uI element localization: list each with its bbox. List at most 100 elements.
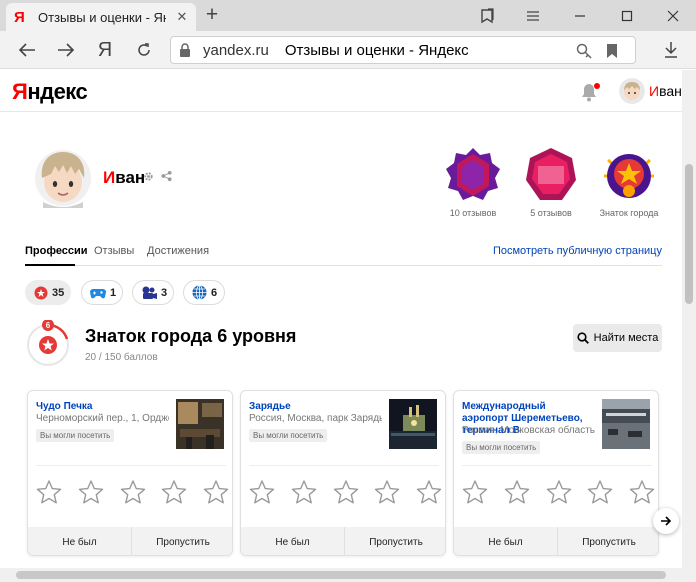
city-expert-icon — [34, 286, 48, 299]
place-photo — [389, 399, 437, 449]
badge-caption: 10 отзывов — [449, 208, 497, 218]
badge-10-icon — [446, 148, 500, 200]
active-tab-indicator — [25, 264, 75, 266]
gear-icon[interactable] — [143, 171, 154, 182]
badge-city-expert[interactable]: Знаток города — [599, 146, 659, 218]
badge-5-reviews[interactable]: 5 отзывов — [521, 146, 581, 218]
not-been-button[interactable]: Не был — [454, 527, 557, 555]
chip-games[interactable]: 1 — [81, 280, 123, 305]
url-domain: yandex.ru — [203, 41, 269, 59]
star-1-icon[interactable] — [248, 479, 276, 505]
place-photo — [602, 399, 650, 449]
skip-button[interactable]: Пропустить — [557, 527, 658, 555]
badge-caption: Знаток города — [599, 208, 659, 218]
tab-close-icon[interactable]: ✕ — [174, 9, 190, 25]
level-points: 20 / 150 баллов — [85, 352, 158, 363]
yandex-favicon-icon: Я — [14, 8, 25, 26]
star-1-icon[interactable] — [35, 479, 63, 505]
card-actions: Не был Пропустить — [28, 527, 232, 555]
place-card: Международный аэропорт Шереметьево, терм… — [453, 390, 659, 556]
profile-avatar — [35, 150, 91, 208]
star-2-icon[interactable] — [503, 479, 531, 505]
search-icon — [577, 332, 589, 344]
place-tag: Вы могли посетить — [249, 429, 328, 442]
bookmark-icon[interactable] — [603, 42, 621, 60]
star-2-icon[interactable] — [77, 479, 105, 505]
skip-button[interactable]: Пропустить — [131, 527, 232, 555]
site-header: Яндекс Иван — [0, 70, 682, 112]
star-3-icon[interactable] — [332, 479, 360, 505]
star-5-icon[interactable] — [628, 479, 656, 505]
horizontal-scroll-thumb[interactable] — [16, 571, 666, 579]
profile-tabs: Профессии Отзывы Достижения Посмотреть п… — [25, 238, 662, 266]
tab-reviews[interactable]: Отзывы — [94, 245, 134, 257]
place-card: Чудо Печка Черноморский пер., 1, Орджо..… — [27, 390, 233, 556]
minimize-icon[interactable] — [557, 0, 603, 31]
browser-tab-active[interactable]: Я Отзывы и оценки - Яндекс ✕ — [6, 3, 196, 31]
card-actions: Не был Пропустить — [241, 527, 445, 555]
profile-name: Иван — [103, 168, 146, 187]
arrow-right-icon — [661, 516, 672, 526]
reload-icon[interactable] — [129, 35, 159, 65]
tab-title: Отзывы и оценки - Яндекс — [38, 9, 166, 25]
header-user-name[interactable]: Иван — [649, 83, 682, 99]
translate-key-icon[interactable] — [575, 42, 593, 60]
star-4-icon[interactable] — [373, 479, 401, 505]
public-page-link[interactable]: Посмотреть публичную страницу — [493, 245, 662, 257]
chip-travel[interactable]: 6 — [183, 280, 225, 305]
chip-city-expert[interactable]: 35 — [25, 280, 71, 305]
horizontal-scrollbar[interactable] — [0, 568, 696, 582]
yandex-home-button[interactable]: Я — [90, 35, 120, 65]
place-tag: Вы могли посетить — [462, 441, 541, 454]
star-3-icon[interactable] — [545, 479, 573, 505]
page-viewport: Яндекс Иван Иван 10 отзывов 5 отзывов Зн… — [0, 70, 682, 568]
badge-10-reviews[interactable]: 10 отзывов — [443, 146, 503, 218]
not-been-button[interactable]: Не был — [241, 527, 344, 555]
badge-city-expert-icon — [604, 154, 654, 198]
star-5-icon[interactable] — [202, 479, 230, 505]
downloads-icon[interactable] — [656, 35, 686, 65]
place-title-link[interactable]: Зарядье — [249, 401, 379, 413]
place-address: Черноморский пер., 1, Орджо... — [36, 413, 169, 424]
vertical-scroll-thumb[interactable] — [685, 164, 693, 304]
forward-arrow-icon[interactable] — [51, 35, 81, 65]
tab-professions[interactable]: Профессии — [25, 245, 88, 257]
share-icon[interactable] — [161, 170, 172, 182]
place-title-link[interactable]: Чудо Печка — [36, 401, 166, 413]
new-tab-button[interactable]: + — [200, 4, 224, 28]
badge-caption: 5 отзывов — [530, 208, 572, 218]
bookmarks-panel-icon[interactable] — [464, 0, 510, 31]
avatar[interactable] — [619, 78, 645, 104]
place-card: Зарядье Россия, Москва, парк Зарядье Вы … — [240, 390, 446, 556]
notification-dot — [594, 83, 600, 89]
badge-5-icon — [526, 148, 576, 200]
gamepad-icon — [90, 288, 106, 298]
level-title: Знаток города 6 уровня — [85, 326, 297, 346]
star-4-icon[interactable] — [586, 479, 614, 505]
find-places-button[interactable]: Найти места — [573, 324, 662, 352]
vertical-scrollbar[interactable] — [682, 70, 696, 568]
star-3-icon[interactable] — [119, 479, 147, 505]
maximize-icon[interactable] — [604, 0, 650, 31]
star-1-icon[interactable] — [461, 479, 489, 505]
browser-toolbar: Я yandex.ru Отзывы и оценки - Яндекс — [0, 31, 696, 69]
not-been-button[interactable]: Не был — [28, 527, 131, 555]
place-photo — [176, 399, 224, 449]
close-window-icon[interactable] — [650, 0, 696, 31]
url-page-title: Отзывы и оценки - Яндекс — [284, 41, 469, 59]
lock-icon — [180, 43, 190, 57]
carousel-next-button[interactable] — [653, 508, 679, 534]
yandex-logo[interactable]: Яндекс — [12, 79, 88, 105]
star-5-icon[interactable] — [415, 479, 443, 505]
tab-achievements[interactable]: Достижения — [147, 245, 209, 257]
menu-icon[interactable] — [510, 0, 556, 31]
back-arrow-icon[interactable] — [12, 35, 42, 65]
level-number: 6 — [46, 321, 51, 330]
skip-button[interactable]: Пропустить — [344, 527, 445, 555]
chip-cinema[interactable]: 3 — [132, 280, 174, 305]
address-bar[interactable]: yandex.ru Отзывы и оценки - Яндекс — [170, 36, 636, 64]
rating-stars — [248, 479, 443, 505]
star-4-icon[interactable] — [160, 479, 188, 505]
star-2-icon[interactable] — [290, 479, 318, 505]
rating-stars — [35, 479, 230, 505]
